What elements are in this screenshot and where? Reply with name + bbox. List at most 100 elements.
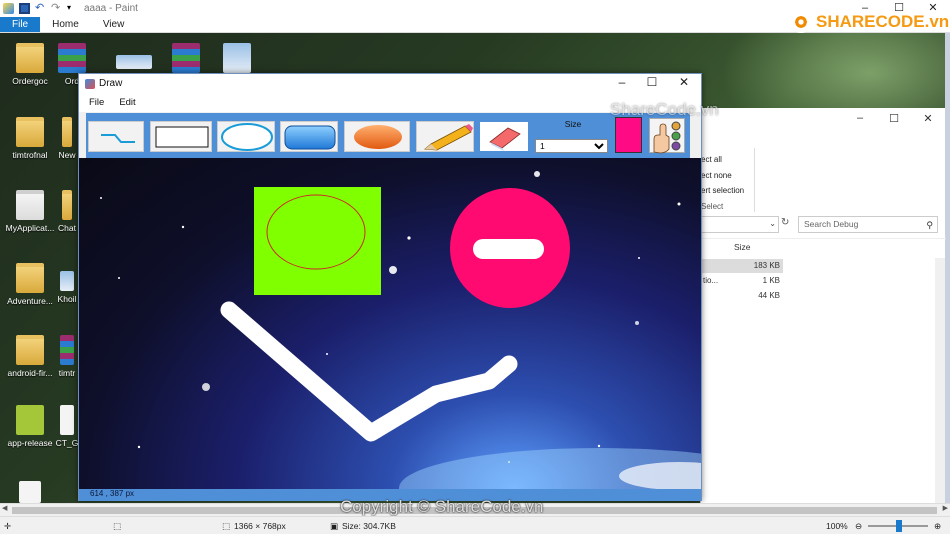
pencil-tool[interactable] xyxy=(416,121,474,152)
draw-window-title: Draw xyxy=(99,78,123,89)
explorer-scrollbar[interactable] xyxy=(935,258,945,503)
menu-edit[interactable]: Edit xyxy=(114,94,140,112)
tab-home[interactable]: Home xyxy=(40,17,91,32)
filled-ellipse-tool[interactable] xyxy=(344,121,410,152)
cursor-coordinates: 614 , 387 px xyxy=(90,489,135,498)
line-icon xyxy=(101,134,135,143)
line-tool[interactable] xyxy=(88,121,144,152)
sharecode-logo: SHARECODE.vn xyxy=(790,11,949,33)
color-picker-swatch[interactable] xyxy=(615,117,642,153)
eraser-icon xyxy=(489,127,521,151)
file-size: Size: 304.7KB xyxy=(342,521,396,531)
logo-text: SHARECODE.vn xyxy=(816,12,950,31)
save-icon[interactable] xyxy=(19,3,30,14)
desktop-icon[interactable]: timtrofnal xyxy=(0,117,60,160)
tab-view[interactable]: View xyxy=(91,17,137,32)
zoom-level: 100% xyxy=(826,521,848,531)
desktop-icon[interactable] xyxy=(212,43,262,76)
watermark-copyright: Copyright © ShareCode.vn xyxy=(340,497,544,516)
draw-app-icon xyxy=(85,79,95,89)
explorer-close-button[interactable]: ✕ xyxy=(911,112,945,125)
desktop-icon[interactable]: android-fir... xyxy=(0,335,60,378)
explorer-minimize-button[interactable]: – xyxy=(843,112,877,125)
white-freehand-stroke[interactable] xyxy=(220,301,518,442)
customize-qa-icon[interactable]: ▾ xyxy=(67,3,78,14)
folder-icon xyxy=(16,190,44,220)
watermark-brand: ShareCode.vn xyxy=(610,100,719,119)
folder-icon xyxy=(16,335,44,365)
document-icon xyxy=(19,481,41,503)
folder-icon xyxy=(62,117,72,147)
paint-statusbar: ✛ ⬚ ⬚ 1366 × 768px ▣ Size: 304.7KB 100% … xyxy=(0,516,950,534)
desktop-icon[interactable]: Ordergoc xyxy=(0,43,60,86)
file-row[interactable]: tio... 1 KB xyxy=(701,274,783,288)
tab-file[interactable]: File xyxy=(0,17,41,32)
menu-file[interactable]: File xyxy=(84,94,109,112)
paint-window-title: aaaa - Paint xyxy=(84,3,138,14)
cursor-position-icon: ✛ xyxy=(4,521,12,531)
draw-toolbar: Size 1 xyxy=(86,113,690,158)
desktop-icon[interactable]: Adventure... xyxy=(0,263,60,306)
draw-menubar: File Edit xyxy=(79,94,701,112)
scroll-left-arrow-icon[interactable]: ◀ xyxy=(2,504,7,512)
select-group-label: Select xyxy=(701,202,724,211)
file-row[interactable]: 44 KB xyxy=(701,289,783,303)
size-control: Size 1 xyxy=(535,117,611,155)
image-dimensions-icon: ⬚ xyxy=(222,521,231,531)
select-none-option[interactable]: ect none xyxy=(701,171,732,180)
chevron-down-icon[interactable]: ⌄ xyxy=(769,219,776,228)
file-size-icon: ▣ xyxy=(330,521,339,531)
folder-icon xyxy=(62,190,72,220)
eraser-tool[interactable] xyxy=(479,121,529,152)
rounded-rectangle-icon xyxy=(284,125,336,150)
column-header-size[interactable]: Size xyxy=(734,242,751,252)
desktop-icon[interactable] xyxy=(112,55,156,72)
undo-icon[interactable]: ↶ xyxy=(35,3,46,14)
rounded-rectangle-tool[interactable] xyxy=(280,121,338,152)
archive-icon xyxy=(58,43,86,73)
draw-window: Draw – ☐ ✕ File Edit Size 1 614 , 387 px xyxy=(78,73,702,501)
folder-icon xyxy=(16,263,44,293)
logo-mark-icon xyxy=(790,11,812,33)
zoom-slider-thumb[interactable] xyxy=(896,520,902,532)
draw-maximize-button[interactable]: ☐ xyxy=(636,75,668,89)
color-palette-tool[interactable] xyxy=(649,118,685,154)
size-select[interactable]: 1 xyxy=(535,139,608,153)
quick-access-toolbar: ↶ ↷ ▾ xyxy=(0,3,78,14)
rectangle-tool[interactable] xyxy=(150,121,212,152)
search-icon: ⚲ xyxy=(926,220,933,230)
invert-selection-option[interactable]: ert selection xyxy=(701,186,744,195)
drawing-canvas[interactable] xyxy=(79,158,701,489)
zoom-out-button[interactable]: ⊖ xyxy=(855,521,862,532)
desktop-icon[interactable] xyxy=(0,481,60,503)
desktop-icon[interactable] xyxy=(158,43,214,76)
drawing-surface[interactable] xyxy=(79,158,701,489)
desktop-icon[interactable]: app-release xyxy=(0,405,60,448)
android-icon xyxy=(16,405,44,435)
explorer-window: – ☐ ✕ ect all ect none ert selection Sel… xyxy=(700,108,946,503)
draw-close-button[interactable]: ✕ xyxy=(668,75,700,89)
zoom-in-button[interactable]: ⊕ xyxy=(934,521,941,532)
archive-icon xyxy=(60,335,74,365)
draw-minimize-button[interactable]: – xyxy=(606,75,638,89)
refresh-icon[interactable]: ↻ xyxy=(781,217,789,228)
select-all-option[interactable]: ect all xyxy=(701,155,722,164)
size-label: Size xyxy=(564,119,582,129)
archive-icon xyxy=(172,43,200,73)
address-bar[interactable]: ⌄ xyxy=(701,216,779,233)
image-dimensions: 1366 × 768px xyxy=(234,521,286,531)
palette-icon xyxy=(653,121,681,154)
ellipse-tool[interactable] xyxy=(217,121,275,152)
file-row[interactable]: 183 KB xyxy=(701,259,783,273)
image-icon xyxy=(116,55,152,69)
desktop-icon[interactable]: MyApplicat... xyxy=(0,190,60,233)
folder-icon xyxy=(16,117,44,147)
redo-icon[interactable]: ↷ xyxy=(51,3,62,14)
explorer-maximize-button[interactable]: ☐ xyxy=(877,112,911,125)
rectangle-icon xyxy=(155,126,209,148)
filled-ellipse-icon xyxy=(354,125,402,149)
search-input[interactable]: Search Debug ⚲ xyxy=(798,216,938,233)
draw-titlebar: Draw – ☐ ✕ xyxy=(79,74,701,94)
green-rectangle-shape[interactable] xyxy=(254,187,381,295)
scroll-right-arrow-icon[interactable]: ▶ xyxy=(943,504,948,512)
